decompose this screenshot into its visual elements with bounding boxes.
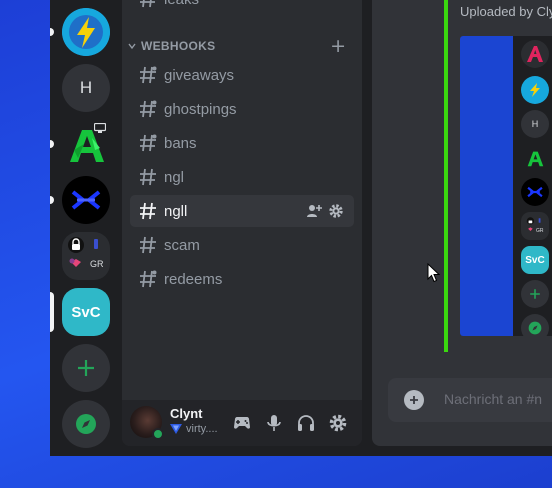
discord-window: H GR SvC WEBHOOKS + giveaways ghostpings… (50, 0, 552, 456)
gear-icon[interactable] (328, 203, 344, 219)
hash-icon (140, 202, 156, 220)
selected-indicator (50, 292, 54, 332)
attach-plus-button[interactable] (404, 390, 424, 410)
channel-scam[interactable]: scam (130, 229, 354, 261)
category-label: WEBHOOKS (141, 39, 216, 53)
microphone-icon[interactable] (264, 413, 284, 433)
channel-ngll[interactable]: ngll (130, 195, 354, 227)
channel-sidebar: leaks WEBHOOKS + giveaways ghostpings (122, 0, 362, 446)
threads-channel-icon (140, 100, 157, 118)
mini-server-bolt (521, 76, 549, 104)
embed-uploaded-by: Uploaded by Cly (460, 4, 552, 19)
mini-server-green-a (521, 144, 549, 172)
category-header[interactable]: WEBHOOKS + (126, 36, 356, 56)
compass-icon (528, 321, 542, 335)
channel-ghostpings[interactable]: ghostpings (130, 93, 354, 125)
channel-bans[interactable]: bans (130, 127, 354, 159)
user-panel: Clynt virty.... (122, 400, 362, 446)
channel-leaks[interactable]: leaks (130, 0, 354, 15)
mini-folder-label: GR (536, 228, 544, 234)
server-h-label: H (79, 78, 93, 97)
hash-icon (140, 168, 156, 186)
channel-label: ngll (164, 202, 188, 220)
mini-server-svc-label: SvC (525, 254, 545, 266)
plus-icon (530, 289, 540, 299)
server-x[interactable] (62, 176, 110, 224)
server-green-a[interactable] (62, 120, 110, 168)
unread-indicator (50, 28, 54, 36)
green-a-logo-icon (527, 151, 544, 167)
channel-label: ngl (164, 168, 185, 186)
add-server-button[interactable] (62, 344, 110, 392)
mouse-cursor-icon (427, 263, 441, 283)
plus-icon (410, 396, 418, 404)
lightning-icon (62, 8, 110, 56)
threads-channel-icon (140, 66, 157, 84)
folder-icon (68, 237, 98, 267)
mini-explore (521, 314, 549, 336)
threads-channel-icon (140, 270, 157, 288)
channel-giveaways[interactable]: giveaways (130, 59, 354, 91)
channel-label: redeems (164, 270, 223, 288)
mini-add-server (521, 280, 549, 308)
monitor-icon (94, 123, 106, 133)
channel-label: bans (164, 134, 197, 152)
invite-member-icon[interactable] (306, 203, 322, 219)
user-settings-gear-icon[interactable] (328, 413, 348, 433)
user-status: virty.... (170, 423, 218, 435)
activities-icon[interactable] (232, 413, 252, 433)
channel-label: ghostpings (164, 100, 237, 118)
embed-screenshot[interactable]: H GR SvC (460, 36, 552, 336)
embed-accent-bar (444, 0, 448, 352)
mini-server-h: H (521, 110, 549, 138)
channel-label: giveaways (164, 66, 235, 84)
hash-icon (140, 236, 156, 254)
server-folder-label: GR (90, 259, 104, 269)
explore-servers-button[interactable] (62, 400, 110, 448)
hash-icon (140, 0, 155, 8)
server-rail: H GR SvC (50, 0, 122, 456)
plus-icon (78, 360, 94, 376)
mini-server-red-a (521, 40, 549, 68)
channel-tools (306, 203, 344, 219)
lightning-icon (530, 83, 540, 97)
mini-server-folder: GR (521, 212, 549, 240)
unread-indicator (50, 140, 54, 148)
channel-label: leaks (164, 0, 199, 8)
badge-icon (170, 424, 182, 434)
compass-icon (76, 414, 96, 434)
message-input[interactable]: Nachricht an #n (388, 378, 552, 422)
x-logo-icon (71, 190, 101, 210)
server-folder[interactable]: GR (62, 232, 110, 280)
mini-server-svc: SvC (521, 246, 549, 274)
channel-redeems[interactable]: redeems (130, 263, 354, 295)
mini-server-x (521, 178, 549, 206)
chevron-down-icon (128, 43, 136, 50)
x-logo-icon (527, 186, 543, 198)
mini-server-h-label: H (531, 119, 539, 129)
create-channel-icon[interactable]: + (330, 36, 346, 56)
server-bolt[interactable] (62, 8, 110, 56)
server-svc[interactable]: SvC (62, 288, 110, 336)
headphones-icon[interactable] (296, 413, 316, 433)
server-svc-label: SvC (71, 303, 101, 321)
message-placeholder: Nachricht an #n (444, 391, 543, 407)
user-status-text: virty.... (186, 423, 218, 435)
chat-area: Uploaded by Cly H GR SvC Nachricht an #n (372, 0, 552, 446)
channel-label: scam (164, 236, 200, 254)
red-a-logo-icon (527, 46, 543, 62)
screenshot-background (460, 36, 513, 336)
channel-ngl[interactable]: ngl (130, 161, 354, 193)
online-status-icon (152, 428, 164, 440)
username[interactable]: Clynt (170, 406, 203, 421)
threads-channel-icon (140, 134, 157, 152)
server-h[interactable]: H (62, 64, 110, 112)
unread-indicator (50, 196, 54, 204)
